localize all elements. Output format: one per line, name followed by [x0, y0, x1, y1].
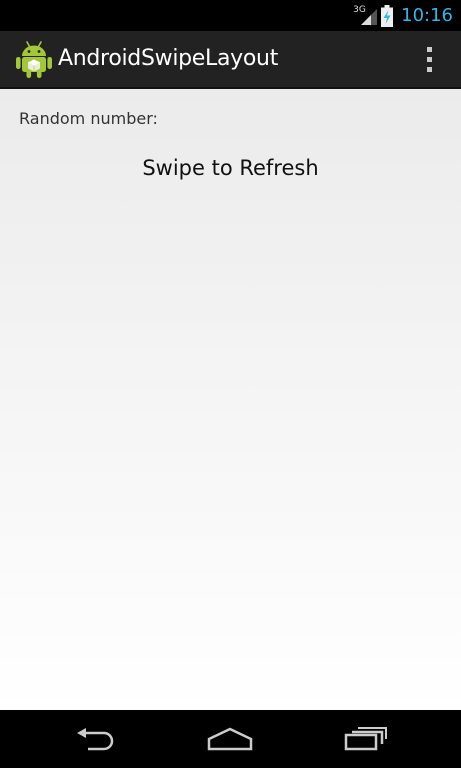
navigation-bar	[0, 710, 461, 768]
action-bar: AndroidSwipeLayout	[0, 31, 461, 89]
app-title: AndroidSwipeLayout	[58, 46, 279, 71]
battery-charging-icon	[381, 4, 394, 27]
overflow-menu-icon-dot	[426, 66, 432, 72]
swipe-refresh-content[interactable]: Random number: Swipe to Refresh	[0, 89, 461, 710]
recent-apps-icon	[344, 727, 387, 751]
status-icons: 3G 10:16	[353, 0, 453, 31]
overflow-menu-icon-dot	[426, 56, 432, 62]
home-icon	[207, 727, 253, 751]
status-clock: 10:16	[401, 5, 453, 26]
status-bar: 3G 10:16	[0, 0, 461, 31]
back-button[interactable]	[56, 710, 136, 768]
swipe-to-refresh-text: Swipe to Refresh	[142, 156, 319, 180]
home-button[interactable]	[190, 710, 270, 768]
back-icon	[77, 728, 114, 751]
recent-apps-button[interactable]	[326, 710, 406, 768]
random-number-label: Random number:	[19, 109, 158, 128]
android-robot-icon[interactable]	[16, 39, 52, 79]
network-indicator: 3G	[353, 4, 378, 28]
overflow-menu-button[interactable]	[417, 31, 441, 87]
signal-bars-icon	[361, 8, 378, 25]
overflow-menu-icon	[426, 46, 432, 52]
